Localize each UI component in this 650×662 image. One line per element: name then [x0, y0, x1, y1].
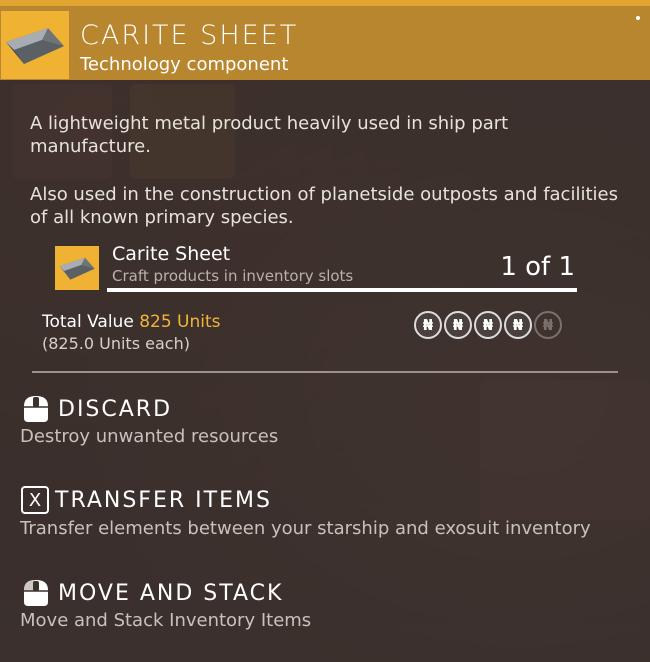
units-coin-icon: ₦: [504, 311, 532, 339]
units-coin-icon-empty: ₦: [534, 311, 562, 339]
total-value: Total Value 825 Units: [42, 312, 221, 332]
units-coin-icon: ₦: [444, 311, 472, 339]
item-header: CARITE SHEET Technology component: [0, 0, 650, 80]
item-title: CARITE SHEET: [80, 20, 299, 51]
discard-description: Destroy unwanted resources: [20, 426, 279, 447]
value-rating: ₦ ₦ ₦ ₦ ₦: [414, 311, 562, 339]
item-detail-panel: CARITE SHEET Technology component A ligh…: [0, 0, 650, 662]
total-value-amount: 825 Units: [139, 312, 221, 332]
value-each: (825.0 Units each): [42, 334, 190, 353]
transfer-items-action[interactable]: X TRANSFER ITEMS: [20, 486, 272, 514]
divider: [32, 371, 618, 373]
total-value-label: Total Value: [42, 312, 134, 332]
item-description: A lightweight metal product heavily used…: [30, 113, 509, 157]
discard-title: DISCARD: [58, 396, 173, 422]
discard-action[interactable]: DISCARD: [20, 394, 172, 424]
item-description-secondary: Also used in the construction of planets…: [30, 184, 618, 228]
mouse-hold-icon: [24, 396, 48, 422]
mouse-left-icon: [24, 580, 48, 606]
move-and-stack-action[interactable]: MOVE AND STACK: [20, 578, 283, 608]
header-dot: [636, 16, 640, 20]
craft-item-icon: [55, 246, 99, 290]
units-coin-icon: ₦: [474, 311, 502, 339]
x-key-icon: X: [21, 486, 49, 514]
craft-count: 1 of 1: [500, 252, 575, 282]
units-coin-icon: ₦: [414, 311, 442, 339]
craft-item-name: Carite Sheet: [112, 243, 231, 265]
transfer-items-description: Transfer elements between your starship …: [20, 518, 591, 539]
carite-sheet-icon: [1, 11, 69, 79]
transfer-items-title: TRANSFER ITEMS: [55, 487, 272, 513]
item-subtitle: Technology component: [80, 54, 289, 75]
move-and-stack-description: Move and Stack Inventory Items: [20, 610, 312, 631]
move-and-stack-title: MOVE AND STACK: [58, 580, 284, 606]
craft-progress-bar: [107, 288, 577, 292]
craft-item-subtitle: Craft products in inventory slots: [112, 267, 354, 285]
